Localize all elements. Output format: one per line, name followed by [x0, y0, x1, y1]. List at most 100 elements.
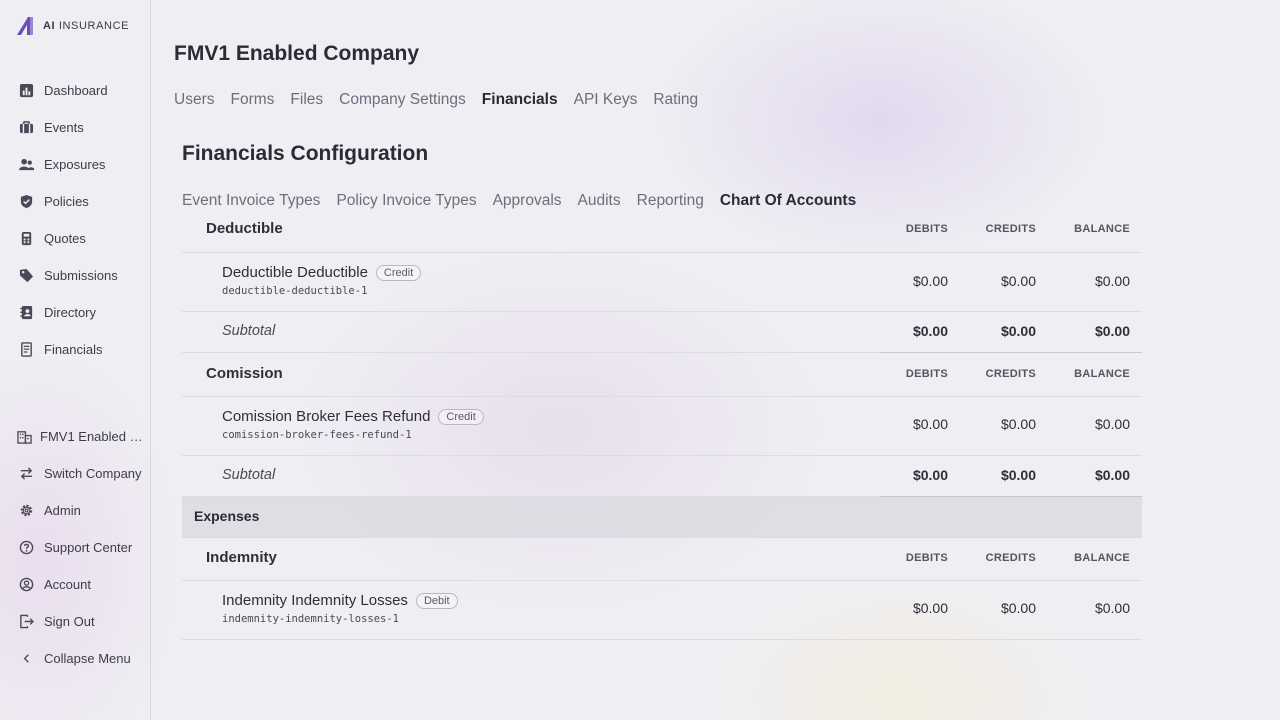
- balance-header: BALANCE: [1074, 368, 1130, 380]
- tab-forms[interactable]: Forms: [230, 91, 274, 109]
- account-name-text: Comission Broker Fees Refund: [222, 408, 431, 425]
- sidebar-item-label: Support Center: [44, 539, 133, 555]
- credits-value: $0.00: [1000, 600, 1036, 616]
- account-slug: indemnity-indemnity-losses-1: [222, 613, 400, 625]
- sidebar-item-financials[interactable]: Financials: [18, 338, 103, 360]
- balance-value: $0.00: [1094, 416, 1130, 432]
- account-type-badge: Debit: [415, 592, 458, 609]
- account-row[interactable]: Comission Broker Fees Refund Credit comi…: [182, 397, 1142, 456]
- sidebar-item-dashboard[interactable]: Dashboard: [18, 79, 108, 101]
- section-title: Financials Configuration: [182, 142, 429, 165]
- subtotal-label: Subtotal: [222, 323, 276, 339]
- credits-value: $0.00: [1000, 273, 1036, 289]
- account-type-badge: Credit: [438, 408, 484, 425]
- account-group-header: Deductible DEBITS CREDITS BALANCE: [182, 222, 1142, 253]
- subtotal-debits: $0.00: [912, 323, 948, 339]
- group-name: Comission: [206, 365, 283, 382]
- group-name: Indemnity: [206, 549, 277, 566]
- tab-files[interactable]: Files: [290, 91, 323, 109]
- sidebar-item-label: Submissions: [44, 267, 118, 283]
- tab-api-keys[interactable]: API Keys: [574, 91, 638, 109]
- sidebar-item-label: Collapse Menu: [44, 650, 131, 666]
- group-name: Deductible: [206, 222, 283, 237]
- tab-approvals[interactable]: Approvals: [493, 192, 562, 210]
- sign-out-button[interactable]: Sign Out: [18, 610, 95, 632]
- sidebar: AI INSURANCE Dashboard Events Exposures …: [0, 0, 151, 720]
- sidebar-item-label: Switch Company: [44, 465, 142, 481]
- sidebar-item-quotes[interactable]: Quotes: [18, 227, 86, 249]
- tab-users[interactable]: Users: [174, 91, 214, 109]
- subtotal-balance: $0.00: [1094, 323, 1130, 339]
- account-name-text: Indemnity Indemnity Losses: [222, 592, 408, 609]
- sidebar-item-label: Account: [44, 576, 91, 592]
- subtotal-label: Subtotal: [222, 467, 276, 483]
- credits-header: CREDITS: [985, 552, 1036, 564]
- sidebar-item-label: Exposures: [44, 156, 106, 172]
- logo-text: AI INSURANCE: [43, 20, 130, 32]
- balance-header: BALANCE: [1074, 552, 1130, 564]
- switch-company-button[interactable]: Switch Company: [18, 462, 142, 484]
- sidebar-item-label: Quotes: [44, 230, 86, 246]
- account-group-header: Indemnity DEBITS CREDITS BALANCE: [182, 538, 1142, 581]
- sidebar-item-admin[interactable]: Admin: [18, 499, 81, 521]
- sidebar-item-directory[interactable]: Directory: [18, 301, 96, 323]
- user-circle-icon: [18, 576, 34, 592]
- account-row[interactable]: Indemnity Indemnity Losses Debit indemni…: [182, 581, 1142, 640]
- tab-policy-invoice-types[interactable]: Policy Invoice Types: [336, 192, 476, 210]
- account-group-header: Comission DEBITS CREDITS BALANCE: [182, 353, 1142, 397]
- sidebar-item-label: Events: [44, 119, 84, 135]
- users-icon: [18, 156, 34, 172]
- subtotal-debits: $0.00: [912, 467, 948, 483]
- switch-arrows-icon: [18, 465, 34, 481]
- sidebar-item-support-center[interactable]: Support Center: [18, 536, 132, 558]
- tab-rating[interactable]: Rating: [653, 91, 698, 109]
- tab-company-settings[interactable]: Company Settings: [339, 91, 466, 109]
- sidebar-item-submissions[interactable]: Submissions: [18, 264, 118, 286]
- subtotal-credits: $0.00: [1000, 467, 1036, 483]
- briefcase-icon: [18, 119, 34, 135]
- financials-tabs: Event Invoice Types Policy Invoice Types…: [182, 192, 856, 210]
- category-name: Expenses: [194, 508, 260, 524]
- contact-book-icon: [18, 304, 34, 320]
- sidebar-item-label: Admin: [44, 502, 81, 518]
- sidebar-item-account[interactable]: Account: [18, 573, 91, 595]
- balance-value: $0.00: [1094, 273, 1130, 289]
- balance-value: $0.00: [1094, 600, 1130, 616]
- tab-audits[interactable]: Audits: [578, 192, 621, 210]
- credits-header: CREDITS: [985, 368, 1036, 380]
- question-circle-icon: [18, 539, 34, 555]
- receipt-icon: [18, 341, 34, 357]
- collapse-menu-button[interactable]: Collapse Menu: [18, 647, 131, 669]
- account-row[interactable]: Deductible Deductible Credit deductible-…: [182, 253, 1142, 312]
- company-switcher-current[interactable]: FMV1 Enabled Company: [16, 425, 146, 447]
- sidebar-item-label: Dashboard: [44, 82, 108, 98]
- tag-icon: [18, 267, 34, 283]
- chart-bar-icon: [18, 82, 34, 98]
- tab-financials[interactable]: Financials: [482, 91, 558, 109]
- sidebar-item-events[interactable]: Events: [18, 116, 84, 138]
- debits-header: DEBITS: [905, 223, 948, 235]
- debits-header: DEBITS: [905, 552, 948, 564]
- tab-chart-of-accounts[interactable]: Chart Of Accounts: [720, 192, 856, 210]
- subtotal-row: Subtotal $0.00 $0.00 $0.00: [182, 312, 1142, 353]
- company-tabs: Users Forms Files Company Settings Finan…: [174, 91, 698, 109]
- page-title: FMV1 Enabled Company: [174, 42, 420, 65]
- sidebar-item-exposures[interactable]: Exposures: [18, 153, 105, 175]
- chart-of-accounts-table[interactable]: Deductible DEBITS CREDITS BALANCE Deduct…: [182, 222, 1142, 662]
- credits-value: $0.00: [1000, 416, 1036, 432]
- logo-mark-icon: [17, 17, 33, 35]
- logo[interactable]: AI INSURANCE: [16, 16, 129, 36]
- subtotal-balance: $0.00: [1094, 467, 1130, 483]
- tab-reporting[interactable]: Reporting: [637, 192, 704, 210]
- debits-value: $0.00: [912, 273, 948, 289]
- subtotal-credits: $0.00: [1000, 323, 1036, 339]
- tab-event-invoice-types[interactable]: Event Invoice Types: [182, 192, 320, 210]
- balance-header: BALANCE: [1074, 223, 1130, 235]
- sidebar-item-policies[interactable]: Policies: [18, 190, 89, 212]
- debits-header: DEBITS: [905, 368, 948, 380]
- account-name: Deductible Deductible Credit: [222, 264, 422, 281]
- debits-value: $0.00: [912, 600, 948, 616]
- building-icon: [16, 428, 32, 444]
- subtotal-row: Subtotal $0.00 $0.00 $0.00: [182, 456, 1142, 497]
- account-slug: comission-broker-fees-refund-1: [222, 429, 412, 441]
